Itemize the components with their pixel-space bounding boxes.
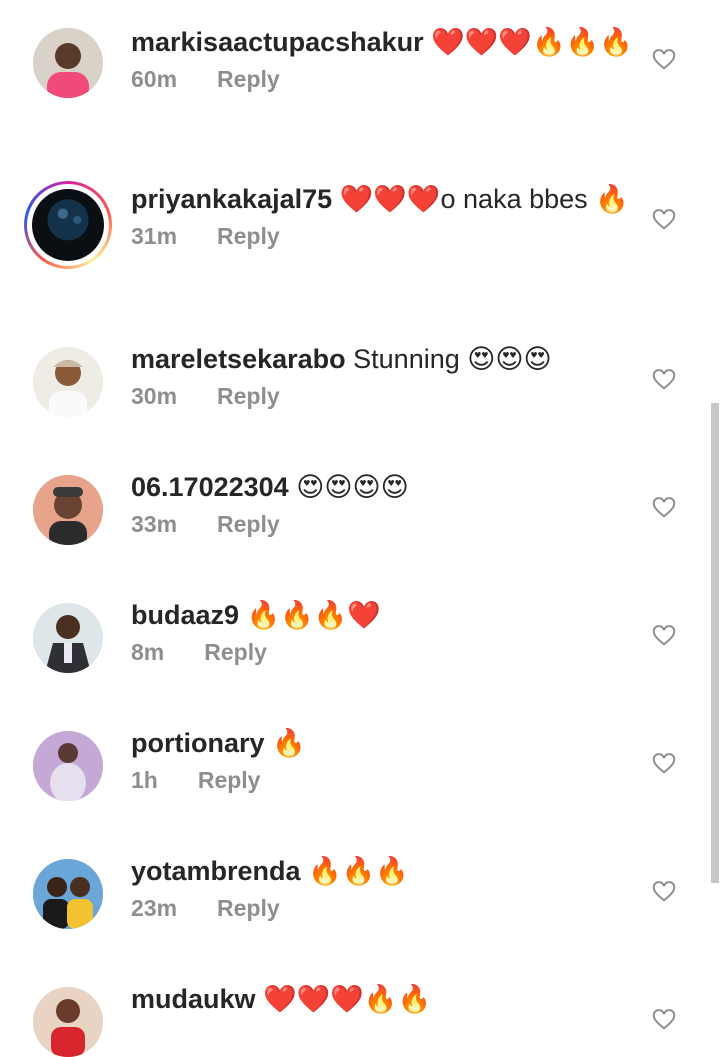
heart-outline-icon[interactable]: [651, 494, 677, 520]
comment-text: Stunning 😍😍😍: [353, 344, 552, 374]
comment-text: 🔥: [272, 728, 306, 758]
comment-time: 23m: [131, 895, 178, 921]
comment-time: 1h: [131, 767, 158, 793]
avatar[interactable]: [33, 475, 103, 545]
avatar[interactable]: [33, 731, 103, 801]
comment-text: 🔥🔥🔥: [308, 856, 409, 886]
avatar[interactable]: [24, 181, 112, 269]
comment-username[interactable]: mareletsekarabo: [131, 344, 346, 374]
comment-username[interactable]: portionary: [131, 728, 265, 758]
reply-button[interactable]: Reply: [217, 509, 280, 539]
avatar[interactable]: [33, 347, 103, 417]
comment-username[interactable]: mudaukw: [131, 984, 256, 1014]
comment-time: 60m: [131, 66, 178, 92]
comment-username[interactable]: yotambrenda: [131, 856, 301, 886]
avatar[interactable]: [33, 28, 103, 98]
reply-button[interactable]: Reply: [204, 637, 267, 667]
comment-text: ❤️❤️❤️🔥🔥🔥: [431, 27, 633, 57]
comment-time: 31m: [131, 223, 178, 249]
reply-button[interactable]: Reply: [217, 221, 280, 251]
comment-username[interactable]: markisaactupacshakur: [131, 27, 424, 57]
avatar[interactable]: [33, 987, 103, 1057]
reply-button[interactable]: Reply: [217, 64, 280, 94]
heart-outline-icon[interactable]: [651, 206, 677, 232]
heart-outline-icon[interactable]: [651, 878, 677, 904]
heart-outline-icon[interactable]: [651, 366, 677, 392]
comment-time: 33m: [131, 511, 178, 537]
heart-outline-icon[interactable]: [651, 46, 677, 72]
comment-time: 30m: [131, 383, 178, 409]
comment-time: 8m: [131, 639, 165, 665]
avatar[interactable]: [33, 603, 103, 673]
heart-outline-icon[interactable]: [651, 1006, 677, 1032]
avatar[interactable]: [33, 859, 103, 929]
avatar-ring: [27, 184, 109, 266]
comment-text: 😍😍😍😍: [296, 472, 409, 502]
comment-username[interactable]: 06.17022304: [131, 472, 289, 502]
reply-button[interactable]: Reply: [217, 893, 280, 923]
reply-button[interactable]: Reply: [198, 765, 261, 795]
comment-text: ❤️❤️❤️🔥🔥: [263, 984, 432, 1014]
comment-text: ❤️❤️❤️o naka bbes 🔥: [339, 184, 629, 214]
reply-button[interactable]: Reply: [217, 381, 280, 411]
comment-username[interactable]: priyankakajal75: [131, 184, 332, 214]
heart-outline-icon[interactable]: [651, 622, 677, 648]
comment-text: 🔥🔥🔥❤️: [246, 600, 382, 630]
comment-username[interactable]: budaaz9: [131, 600, 239, 630]
scrollbar[interactable]: [711, 403, 719, 883]
heart-outline-icon[interactable]: [651, 750, 677, 776]
